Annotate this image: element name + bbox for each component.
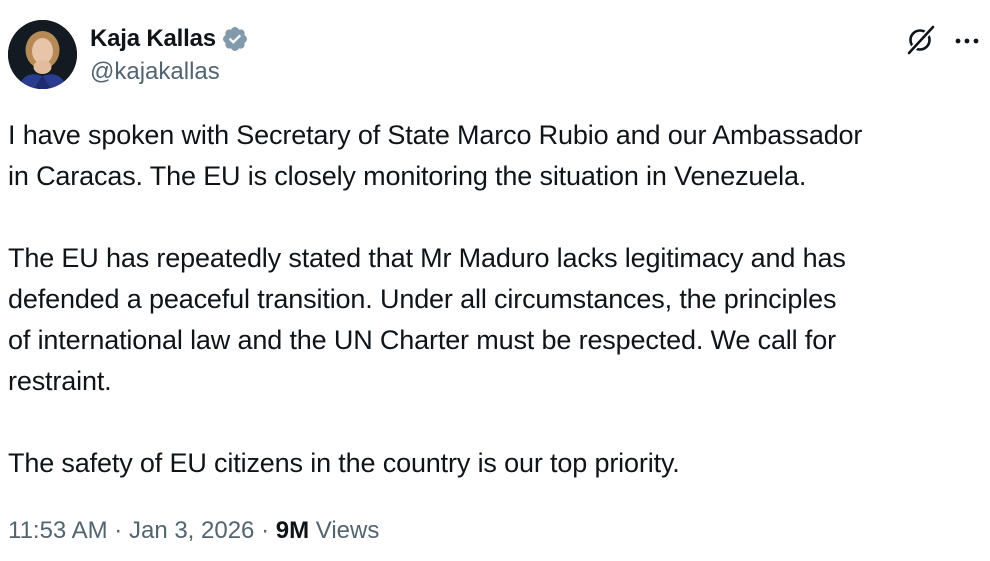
author-handle[interactable]: @kajakallas <box>90 56 249 88</box>
post-detail: Kaja Kallas @kajakallas I have spoken wi… <box>0 0 990 561</box>
post-paragraph: The EU has repeatedly stated that Mr Mad… <box>8 243 846 396</box>
avatar-image <box>8 20 77 89</box>
avatar[interactable] <box>8 20 77 89</box>
post-paragraph: The safety of EU citizens in the country… <box>8 448 680 478</box>
more-options-icon[interactable] <box>951 24 983 56</box>
grok-icon[interactable] <box>904 23 938 57</box>
meta-separator: · <box>114 517 123 544</box>
post-time[interactable]: 11:53 AM <box>8 517 108 544</box>
verified-badge-icon[interactable] <box>221 25 249 53</box>
post-date[interactable]: Jan 3, 2026 <box>129 517 254 544</box>
author-block: Kaja Kallas @kajakallas <box>90 24 249 88</box>
post-metadata: 11:53 AM · Jan 3, 2026 · 9M Views <box>8 514 379 548</box>
name-row: Kaja Kallas <box>90 24 249 54</box>
post-text: I have spoken with Secretary of State Ma… <box>8 115 983 484</box>
post-header: Kaja Kallas @kajakallas <box>8 20 982 90</box>
post-paragraph: I have spoken with Secretary of State Ma… <box>8 120 863 191</box>
views-count[interactable]: 9M <box>276 517 309 544</box>
display-name[interactable]: Kaja Kallas <box>90 24 216 54</box>
meta-separator: · <box>261 517 270 544</box>
views-label: Views <box>315 517 380 544</box>
